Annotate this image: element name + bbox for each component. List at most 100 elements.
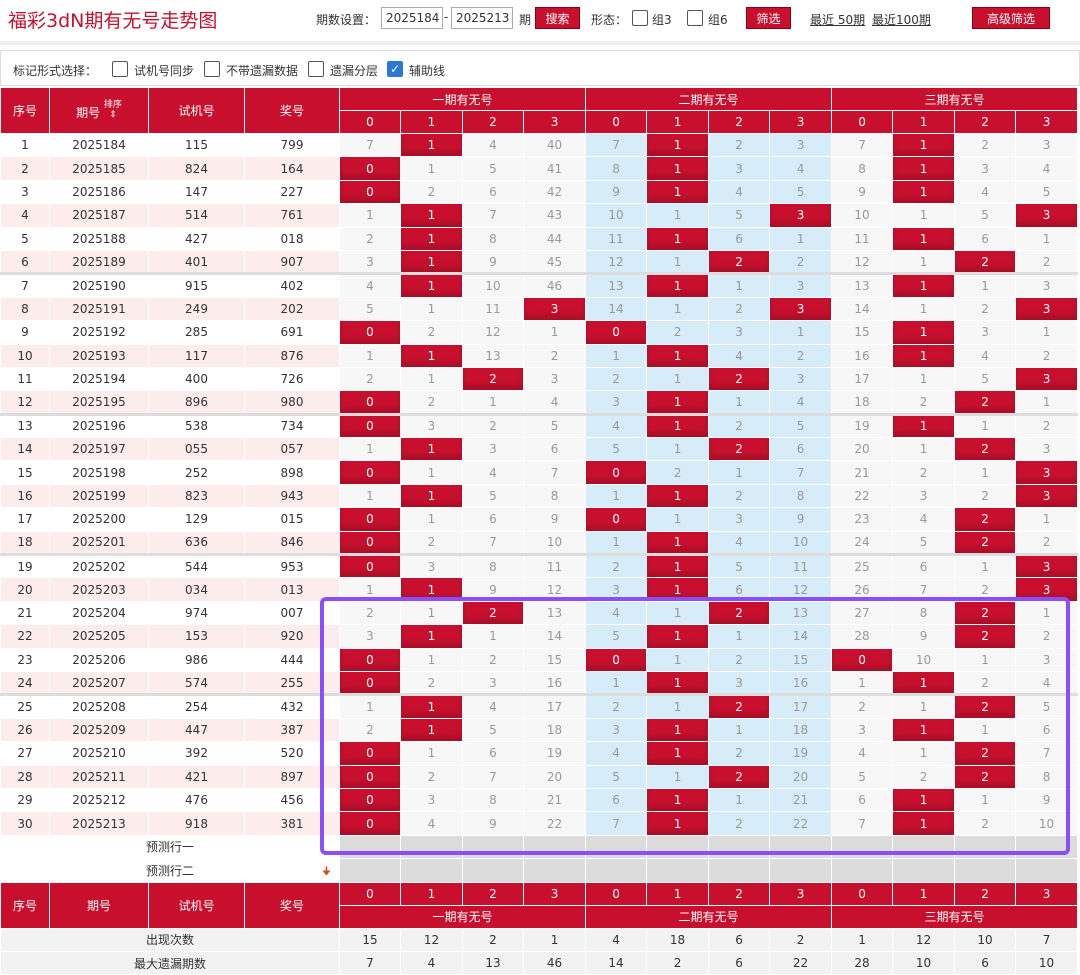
miss-cell: 2 [954,296,1017,322]
zu3-checkbox[interactable] [632,10,648,26]
seq-cell: 13 [0,412,50,439]
hit-cell: 0 [339,787,401,813]
miss-cell: 12 [462,320,524,345]
predict-cell[interactable] [646,834,710,860]
miss-cell: 1 [646,296,710,322]
hit-cell: 1 [646,787,710,813]
predict-cell[interactable] [1015,834,1079,860]
predict-cell[interactable] [892,834,956,860]
hit-cell: 0 [339,647,401,672]
miss-cell: 10 [769,530,833,556]
miss-cell: 4 [892,507,956,532]
miss-cell: 7 [831,811,894,836]
miss-cell: 3 [954,320,1017,345]
predict-cell[interactable] [522,834,587,860]
sort-toggle[interactable]: 排序 ⇕ [104,100,122,120]
predict-cell[interactable] [1015,858,1079,883]
search-button[interactable]: 搜索 [535,7,580,29]
group2-header: 二期有无号 [585,87,833,111]
seq-cell: 23 [0,647,50,672]
predict-cell[interactable] [892,858,956,883]
recent-100-link[interactable]: 最近100期 [872,11,931,28]
miss-cell: 1 [708,717,771,743]
miss-cell: 2 [769,343,833,368]
appear-count-row-cell: 2 [462,927,524,952]
footer-sub-header-1: 1 [400,881,463,906]
predict-cell[interactable] [400,834,463,860]
miss-cell: 2 [831,693,894,719]
miss-cell: 6 [1015,717,1079,743]
hit-cell: 2 [954,693,1017,719]
predict-cell[interactable] [954,834,1017,860]
trial-sync-checkbox[interactable] [112,61,128,77]
period-cell: 2025191 [49,296,149,322]
filter-button[interactable]: 筛选 [746,7,791,29]
table-row: 1 2025184 115 799 7 1 4 40 7 1 2 3 7 1 2 3 [0,132,1079,158]
predict-cell[interactable] [462,858,524,883]
appear-count-row-cell: 1 [831,927,894,952]
predict-cell[interactable] [522,858,587,883]
predict-cell[interactable] [585,834,648,860]
miss-cell: 2 [892,764,956,789]
seq-cell: 22 [0,624,50,649]
hit-cell: 2 [954,507,1017,532]
end-period-input[interactable]: 2025213 [451,7,513,29]
predict-cell[interactable] [339,858,401,883]
miss-cell: 2 [708,811,771,836]
miss-cell: 42 [522,179,587,205]
period-dash: - [444,10,449,24]
period-cell: 2025190 [49,272,149,298]
period-header[interactable]: 期号 排序 ⇕ [49,87,149,134]
predict-cell[interactable] [708,834,771,860]
predict-cell[interactable] [769,834,833,860]
miss-cell: 3 [708,670,771,696]
start-period-input[interactable]: 2025184 [381,7,443,29]
hit-cell: 0 [585,647,648,672]
period-cell: 2025188 [49,226,149,251]
advanced-filter-button[interactable]: 高级筛选 [972,7,1050,29]
seq-cell: 19 [0,553,50,579]
predict-cell[interactable] [831,834,894,860]
predict-cell[interactable] [585,858,648,883]
seq-cell: 20 [0,577,50,602]
miss-cell: 1 [400,647,463,672]
seq-cell: 24 [0,670,50,696]
no-miss-data-checkbox[interactable] [204,61,220,77]
hit-cell: 1 [646,717,710,743]
seq-cell: 7 [0,272,50,298]
miss-layer-checkbox[interactable] [308,61,324,77]
predict-cell[interactable] [462,834,524,860]
miss-cell: 1 [339,693,401,719]
hit-cell: 1 [646,390,710,415]
hit-cell: 1 [892,811,956,836]
miss-cell: 2 [522,343,587,368]
trial-cell: 986 [148,647,245,672]
arrow-down-icon[interactable]: 🠋 [322,863,331,881]
predict-cell[interactable] [954,858,1017,883]
predict-cell[interactable] [831,858,894,883]
predict-cell[interactable] [769,858,833,883]
trend-table: 序号 期号 排序 ⇕ 试机号 奖号 一期有无号 二期有无号 三期有无号 01230… [0,87,1079,975]
predict-cell[interactable] [646,858,710,883]
page-title: 福彩3dN期有无号走势图 [8,10,218,32]
footer-trial-header: 试机号 [148,881,245,929]
recent-50-link[interactable]: 最近 50期 [810,11,865,28]
hit-cell: 2 [708,693,771,719]
predict-cell[interactable] [708,858,771,883]
miss-layer-label: 遗漏分层 [330,64,379,78]
seq-cell: 6 [0,249,50,275]
aux-line-checkbox[interactable]: ✓ [387,61,403,77]
zu6-checkbox[interactable] [687,10,703,26]
miss-cell: 4 [954,179,1017,205]
miss-cell: 9 [462,577,524,602]
predict-row-2[interactable]: 预测行二 🠋 [0,858,1079,883]
predict-cell[interactable] [400,858,463,883]
miss-cell: 1 [339,483,401,509]
miss-cell: 1 [339,343,401,368]
predict-cell[interactable] [339,834,401,860]
hit-cell: 2 [462,366,524,392]
period-cell: 2025202 [49,553,149,579]
predict-row-1[interactable]: 预测行一 [0,834,1079,860]
prize-cell: 943 [244,483,340,509]
max-miss-row-cell: 10 [892,950,956,975]
